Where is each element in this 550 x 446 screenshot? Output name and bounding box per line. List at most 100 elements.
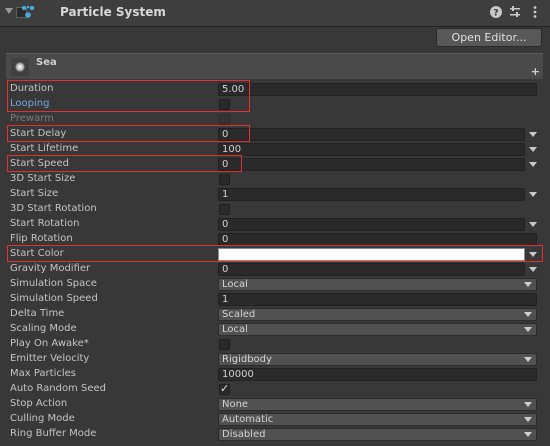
start-size-field[interactable]: 1 bbox=[218, 188, 525, 201]
play-on-awake-label: Play On Awake* bbox=[10, 338, 89, 349]
looping-label: Looping bbox=[10, 98, 50, 109]
curve-mode-dropdown-icon[interactable] bbox=[529, 222, 537, 227]
more-menu-icon[interactable] bbox=[528, 5, 542, 19]
start-delay-label: Start Delay bbox=[10, 128, 67, 139]
delta-time-dropdown[interactable]: Scaled bbox=[218, 308, 537, 321]
row-auto-random-seed: Auto Random Seed ✓ bbox=[0, 382, 550, 397]
flip-rotation-label: Flip Rotation bbox=[10, 233, 73, 244]
curve-mode-dropdown-icon[interactable] bbox=[529, 192, 537, 197]
row-gravity-modifier: Gravity Modifier 0 bbox=[0, 262, 550, 277]
scaling-mode-dropdown[interactable]: Local bbox=[218, 323, 537, 336]
start-speed-label: Start Speed bbox=[10, 158, 69, 169]
max-particles-label: Max Particles bbox=[10, 368, 77, 379]
add-module-button[interactable]: + bbox=[531, 65, 540, 78]
component-title: Particle System bbox=[60, 5, 166, 19]
duration-label: Duration bbox=[10, 83, 54, 94]
checkmark-icon: ✓ bbox=[220, 382, 230, 395]
3d-start-rotation-checkbox[interactable] bbox=[219, 204, 230, 215]
3d-start-size-checkbox[interactable] bbox=[219, 174, 230, 185]
row-start-color: Start Color bbox=[0, 247, 550, 262]
chevron-down-icon bbox=[524, 282, 532, 287]
row-flip-rotation: Flip Rotation 0 bbox=[0, 232, 550, 247]
ring-buffer-mode-value: Disabled bbox=[222, 429, 266, 440]
simulation-space-value: Local bbox=[222, 279, 248, 290]
looping-checkbox[interactable] bbox=[219, 99, 230, 110]
prewarm-label: Prewarm bbox=[10, 113, 54, 124]
play-on-awake-checkbox[interactable] bbox=[219, 339, 230, 350]
stop-action-label: Stop Action bbox=[10, 398, 68, 409]
row-start-rotation: Start Rotation 0 bbox=[0, 217, 550, 232]
start-color-swatch[interactable] bbox=[218, 248, 525, 261]
start-lifetime-field[interactable]: 100 bbox=[218, 143, 525, 156]
culling-mode-value: Automatic bbox=[222, 414, 274, 425]
duration-field[interactable]: 5.00 bbox=[218, 83, 537, 96]
simulation-space-label: Simulation Space bbox=[10, 278, 97, 289]
help-icon[interactable]: ? bbox=[489, 5, 503, 19]
open-editor-button[interactable]: Open Editor... bbox=[436, 28, 542, 47]
row-3d-start-rotation: 3D Start Rotation bbox=[0, 202, 550, 217]
prewarm-checkbox[interactable] bbox=[219, 114, 230, 125]
delta-time-value: Scaled bbox=[222, 309, 256, 320]
ring-buffer-mode-dropdown[interactable]: Disabled bbox=[218, 428, 537, 441]
start-delay-field[interactable]: 0 bbox=[218, 128, 525, 141]
chevron-down-icon bbox=[524, 327, 532, 332]
row-simulation-speed: Simulation Speed 1 bbox=[0, 292, 550, 307]
auto-random-seed-checkbox[interactable]: ✓ bbox=[219, 382, 230, 395]
max-particles-field[interactable]: 10000 bbox=[218, 368, 537, 381]
row-emitter-velocity: Emitter Velocity Rigidbody bbox=[0, 352, 550, 367]
start-size-label: Start Size bbox=[10, 188, 59, 199]
row-scaling-mode: Scaling Mode Local bbox=[0, 322, 550, 337]
particle-system-icon bbox=[21, 5, 35, 18]
curve-mode-dropdown-icon[interactable] bbox=[529, 267, 537, 272]
stop-action-dropdown[interactable]: None bbox=[218, 398, 537, 411]
scaling-mode-value: Local bbox=[222, 324, 248, 335]
row-3d-start-size: 3D Start Size bbox=[0, 172, 550, 187]
simulation-space-dropdown[interactable]: Local bbox=[218, 278, 537, 291]
start-rotation-label: Start Rotation bbox=[10, 218, 80, 229]
presets-icon[interactable] bbox=[508, 5, 522, 19]
row-start-delay: Start Delay 0 bbox=[0, 127, 550, 142]
chevron-down-icon bbox=[524, 417, 532, 422]
module-header-sea[interactable]: Sea + bbox=[6, 53, 543, 79]
delta-time-label: Delta Time bbox=[10, 308, 65, 319]
row-start-speed: Start Speed 0 bbox=[0, 157, 550, 172]
foldout-arrow-icon[interactable] bbox=[5, 8, 13, 14]
emitter-velocity-dropdown[interactable]: Rigidbody bbox=[218, 353, 537, 366]
row-looping: Looping bbox=[0, 97, 550, 112]
row-start-size: Start Size 1 bbox=[0, 187, 550, 202]
culling-mode-dropdown[interactable]: Automatic bbox=[218, 413, 537, 426]
start-speed-field[interactable]: 0 bbox=[218, 158, 525, 171]
gravity-modifier-label: Gravity Modifier bbox=[10, 263, 91, 274]
particle-preview-icon bbox=[15, 62, 25, 72]
row-duration: Duration 5.00 bbox=[0, 82, 550, 97]
curve-mode-dropdown-icon[interactable] bbox=[529, 132, 537, 137]
auto-random-seed-label: Auto Random Seed bbox=[10, 383, 106, 394]
gravity-modifier-field[interactable]: 0 bbox=[218, 263, 525, 276]
row-delta-time: Delta Time Scaled bbox=[0, 307, 550, 322]
color-mode-dropdown-icon[interactable] bbox=[529, 252, 537, 257]
simulation-speed-field[interactable]: 1 bbox=[218, 293, 537, 306]
culling-mode-label: Culling Mode bbox=[10, 413, 75, 424]
start-rotation-field[interactable]: 0 bbox=[218, 218, 525, 231]
simulation-speed-label: Simulation Speed bbox=[10, 293, 98, 304]
ring-buffer-mode-label: Ring Buffer Mode bbox=[10, 428, 97, 439]
3d-start-size-label: 3D Start Size bbox=[10, 173, 76, 184]
row-start-lifetime: Start Lifetime 100 bbox=[0, 142, 550, 157]
scaling-mode-label: Scaling Mode bbox=[10, 323, 77, 334]
stop-action-value: None bbox=[222, 399, 249, 410]
row-max-particles: Max Particles 10000 bbox=[0, 367, 550, 382]
emitter-velocity-label: Emitter Velocity bbox=[10, 353, 90, 364]
row-prewarm: Prewarm bbox=[0, 112, 550, 127]
chevron-down-icon bbox=[524, 402, 532, 407]
emitter-velocity-value: Rigidbody bbox=[222, 354, 272, 365]
module-name: Sea bbox=[36, 57, 57, 68]
row-simulation-space: Simulation Space Local bbox=[0, 277, 550, 292]
start-color-label: Start Color bbox=[10, 248, 64, 259]
chevron-down-icon bbox=[524, 432, 532, 437]
curve-mode-dropdown-icon[interactable] bbox=[529, 147, 537, 152]
curve-mode-dropdown-icon[interactable] bbox=[529, 162, 537, 167]
flip-rotation-field[interactable]: 0 bbox=[218, 233, 537, 246]
row-ring-buffer-mode: Ring Buffer Mode Disabled bbox=[0, 427, 550, 442]
3d-start-rotation-label: 3D Start Rotation bbox=[10, 203, 97, 214]
row-culling-mode: Culling Mode Automatic bbox=[0, 412, 550, 427]
